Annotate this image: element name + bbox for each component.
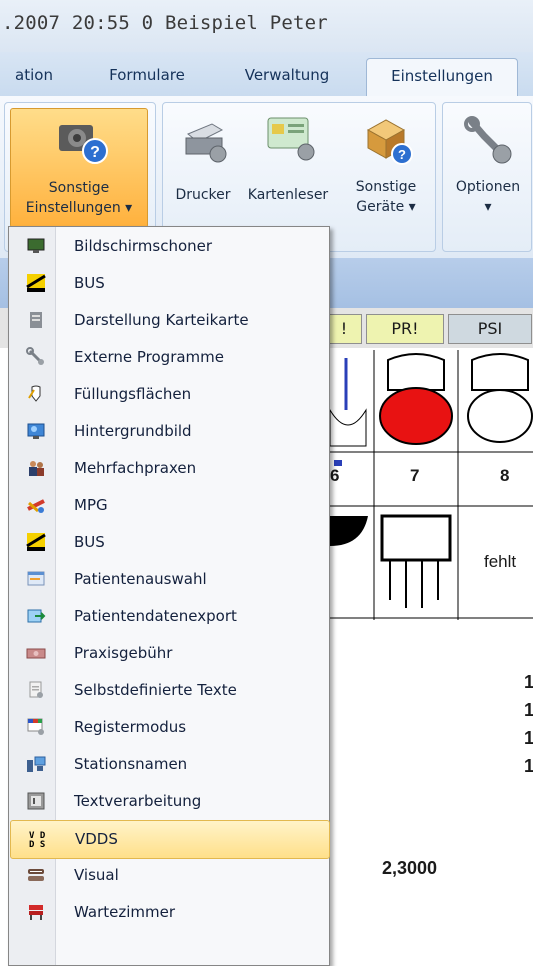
menu-item-label: Externe Programme xyxy=(74,348,224,366)
menu-item-label: BUS xyxy=(74,533,105,551)
optionen-label-1: Optionen xyxy=(455,179,521,195)
menu-item-label: Stationsnamen xyxy=(74,755,188,773)
value-2-3000: 2,3000 xyxy=(382,858,438,878)
text-page-icon xyxy=(29,681,43,698)
menu-item-label: Füllungsflächen xyxy=(74,385,192,403)
menu-item-mpg[interactable]: MPG xyxy=(10,487,328,524)
menu-item-bus[interactable]: BUS xyxy=(10,265,328,302)
card-reader-icon xyxy=(267,117,315,161)
pill-alert[interactable]: ! xyxy=(326,314,362,344)
menu-item-patientendatenexport[interactable]: Patientendatenexport xyxy=(10,598,328,635)
sonstige-einstellungen-label-2: Einstellungen ▾ xyxy=(25,200,133,216)
title-bar: .2007 20:55 0 Beispiel Peter xyxy=(0,0,533,52)
waiting-room-icon xyxy=(29,905,43,920)
kartenleser-button[interactable]: Kartenleser xyxy=(236,108,340,226)
right-digit-2: 1 xyxy=(524,700,533,720)
visual-icon xyxy=(28,869,44,881)
word-processor-icon xyxy=(27,792,45,810)
svg-text:?: ? xyxy=(90,144,100,161)
menu-item-stationsnamen[interactable]: Stationsnamen xyxy=(10,746,328,783)
menu-item-wartezimmer[interactable]: Wartezimmer xyxy=(10,894,328,931)
fehlt-label: fehlt xyxy=(484,552,517,571)
tab-einstellungen[interactable]: Einstellungen xyxy=(366,58,518,97)
gear-help-icon: ? xyxy=(59,125,108,164)
menu-item-label: Bildschirmschoner xyxy=(74,237,213,255)
station-icon xyxy=(27,756,46,772)
people-icon xyxy=(29,461,44,476)
tooth-number-8: 8 xyxy=(500,466,510,485)
menu-item-label: Selbstdefinierte Texte xyxy=(74,681,237,699)
menu-item-label: Patientenauswahl xyxy=(74,570,207,588)
sonstige-einstellungen-menu: Bildschirmschoner BUS Darstellung Kartei… xyxy=(8,226,330,966)
menu-item-bildschirmschoner[interactable]: Bildschirmschoner xyxy=(10,228,328,265)
menu-item-hintergrundbild[interactable]: Hintergrundbild xyxy=(10,413,328,450)
tab-formulare[interactable]: Formulare xyxy=(92,58,202,96)
menu-item-vdds[interactable]: V DD S VDDS xyxy=(10,820,330,859)
menu-item-label: Hintergrundbild xyxy=(74,422,192,440)
printer-gear-icon xyxy=(185,123,227,163)
right-digit-3: 1 xyxy=(524,728,533,748)
menu-item-label: BUS xyxy=(74,274,105,292)
menu-item-patientenauswahl[interactable]: Patientenauswahl xyxy=(10,561,328,598)
svg-text:?: ? xyxy=(398,147,406,162)
menu-item-label: Registermodus xyxy=(74,718,187,736)
menu-item-label: VDDS xyxy=(75,830,118,848)
menu-item-bus-2[interactable]: BUS xyxy=(10,524,328,561)
monitor-icon xyxy=(27,238,45,253)
right-digit-1: 1 xyxy=(524,672,533,692)
device-box-icon: ? xyxy=(366,119,413,165)
svg-text:D S: D S xyxy=(29,840,45,849)
menu-item-label: Mehrfachpraxen xyxy=(74,459,197,477)
wrench-icon xyxy=(26,347,44,365)
menu-item-externe-programme[interactable]: Externe Programme xyxy=(10,339,328,376)
menu-item-registermodus[interactable]: Registermodus xyxy=(10,709,328,746)
pill-pr[interactable]: PR! xyxy=(366,314,444,344)
tools-icon xyxy=(27,499,45,513)
optionen-button[interactable]: Optionen ▾ xyxy=(448,108,528,226)
sonstige-geraete-label-1: Sonstige xyxy=(355,179,417,195)
right-digit-4: 1 xyxy=(524,756,533,776)
sonstige-geraete-label-2: Geräte ▾ xyxy=(356,199,416,215)
menu-item-label: Praxisgebühr xyxy=(74,644,173,662)
menu-item-praxisgebuehr[interactable]: Praxisgebühr xyxy=(10,635,328,672)
kartenleser-label: Kartenleser xyxy=(247,187,329,203)
export-icon xyxy=(27,609,46,623)
drucker-label: Drucker xyxy=(175,187,231,203)
bus-icon xyxy=(26,533,46,551)
menu-item-label: Textverarbeitung xyxy=(74,792,202,810)
wrench-gear-icon xyxy=(464,116,512,164)
menu-item-mehrfachpraxen[interactable]: Mehrfachpraxen xyxy=(10,450,328,487)
sonstige-geraete-button[interactable]: ? Sonstige Geräte ▾ xyxy=(344,108,428,226)
vdds-icon: V DD S xyxy=(29,831,46,849)
sonstige-einstellungen-label-1: Sonstige xyxy=(48,180,110,196)
pill-psi[interactable]: PSI xyxy=(448,314,532,344)
menu-item-selbstdefinierte-texte[interactable]: Selbstdefinierte Texte xyxy=(10,672,328,709)
picture-icon xyxy=(27,423,45,439)
menu-item-label: MPG xyxy=(74,496,108,514)
ribbon-tab-bar: ation Formulare Verwaltung Einstellungen xyxy=(0,52,533,97)
tooth-number-7: 7 xyxy=(410,466,420,485)
menu-item-label: Visual xyxy=(74,866,119,884)
menu-item-label: Wartezimmer xyxy=(74,903,176,921)
register-icon xyxy=(27,718,44,735)
menu-item-visual[interactable]: Visual xyxy=(10,857,328,894)
patient-select-icon xyxy=(27,571,45,586)
menu-item-label: Patientendatenexport xyxy=(74,607,237,625)
optionen-label-2: ▾ xyxy=(484,199,492,215)
menu-item-label: Darstellung Karteikarte xyxy=(74,311,249,329)
banknote-icon xyxy=(26,648,46,659)
title-text: .2007 20:55 0 Beispiel Peter xyxy=(2,12,328,34)
bus-icon xyxy=(26,274,46,292)
tab-verwaltung[interactable]: Verwaltung xyxy=(222,58,352,96)
sonstige-einstellungen-button[interactable]: ? Sonstige Einstellungen ▾ xyxy=(10,108,148,228)
tooth-number-6: 6 xyxy=(330,466,340,485)
menu-item-textverarbeitung[interactable]: Textverarbeitung xyxy=(10,783,328,820)
menu-item-fuellungsflaechen[interactable]: Füllungsflächen xyxy=(10,376,328,413)
tab-kommunikation[interactable]: ation xyxy=(0,58,68,96)
drucker-button[interactable]: Drucker xyxy=(170,108,236,226)
tooth-fill-icon xyxy=(28,385,41,402)
card-file-icon xyxy=(30,312,42,328)
menu-item-darstellung-karteikarte[interactable]: Darstellung Karteikarte xyxy=(10,302,328,339)
